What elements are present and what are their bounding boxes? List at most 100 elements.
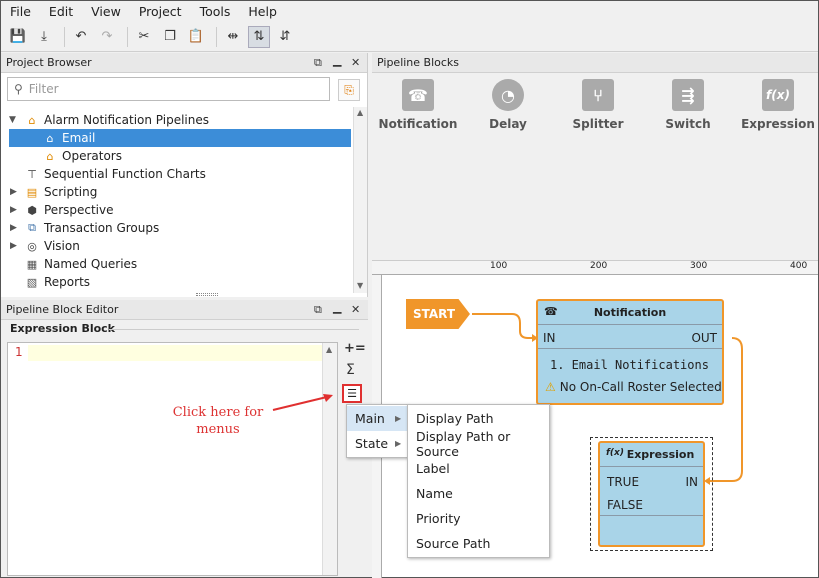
submenu-main: Display Path Display Path or Source Labe… bbox=[407, 404, 550, 558]
expression-code-editor[interactable]: 1 ▲ bbox=[7, 342, 338, 576]
editor-scrollbar[interactable]: ▲ bbox=[322, 343, 337, 575]
transaction-groups-icon: ⧉ bbox=[28, 221, 36, 234]
submenu-item-name[interactable]: Name bbox=[408, 481, 549, 506]
false-port-label: FALSE bbox=[607, 498, 643, 512]
node-divider bbox=[600, 515, 703, 516]
splitter-handle[interactable] bbox=[196, 293, 218, 296]
tree-item-vision[interactable]: ◎ Vision bbox=[25, 237, 80, 255]
insert-property-icon[interactable]: += bbox=[344, 341, 366, 356]
function-sigma-icon[interactable]: Σ bbox=[346, 362, 355, 378]
tree-item-transaction-groups[interactable]: ⧉ Transaction Groups bbox=[25, 219, 159, 237]
submenu-item-priority[interactable]: Priority bbox=[408, 506, 549, 531]
sfc-icon: ⊤ bbox=[27, 167, 37, 181]
block-splitter[interactable]: ⑂ Splitter bbox=[558, 79, 638, 131]
close-icon[interactable]: ✕ bbox=[351, 56, 360, 69]
switch-icon: ⇶ bbox=[672, 79, 704, 111]
pipeline-blocks-panel: Pipeline Blocks ☎ Notification ◔ Delay ⑂… bbox=[372, 53, 818, 257]
block-expression[interactable]: f(x) Expression bbox=[738, 79, 818, 131]
tree-item-operators[interactable]: ⌂ Operators bbox=[43, 147, 122, 165]
annotation-arrow bbox=[272, 394, 333, 411]
align-icon[interactable]: ⇹ bbox=[222, 26, 244, 48]
notification-icon: ☎ bbox=[544, 305, 558, 318]
copy-icon[interactable]: ❐ bbox=[159, 26, 181, 48]
separator bbox=[127, 26, 128, 47]
block-switch[interactable]: ⇶ Switch bbox=[648, 79, 728, 131]
in-port-label: IN bbox=[543, 331, 556, 345]
toolbar: 💾 ⤓ ↶ ↷ ✂ ❐ 📋 ⇹ ⇅ ⇵ bbox=[1, 22, 818, 52]
menu-item-state[interactable]: State ▶ bbox=[347, 431, 407, 456]
expand-arrow-icon[interactable]: ▶ bbox=[10, 241, 17, 251]
tree-scrollbar[interactable]: ▲ ▼ bbox=[353, 107, 367, 293]
tree-item-named-queries[interactable]: ▦ Named Queries bbox=[25, 255, 137, 273]
panel-title: Pipeline Blocks bbox=[377, 56, 460, 69]
pipeline-icon: ⌂ bbox=[46, 149, 54, 163]
tree-item-email[interactable]: ⌂ Email bbox=[9, 129, 351, 147]
scroll-up-icon[interactable]: ▲ bbox=[357, 108, 363, 117]
expand-arrow-icon[interactable]: ▶ bbox=[10, 223, 17, 233]
menus-list-icon[interactable]: ☰ bbox=[342, 384, 362, 403]
vision-icon: ◎ bbox=[27, 239, 37, 253]
annotation-text: Click here for menus bbox=[172, 405, 264, 437]
filter-input[interactable]: ⚲ Filter bbox=[7, 77, 330, 101]
restore-icon[interactable]: ⧉ bbox=[314, 56, 322, 70]
current-line[interactable] bbox=[28, 345, 323, 361]
expand-arrow-icon[interactable]: ▶ bbox=[10, 187, 17, 197]
filter-placeholder: Filter bbox=[28, 82, 59, 96]
block-notification[interactable]: ☎ Notification bbox=[378, 79, 458, 131]
submenu-item-display-path-or-source[interactable]: Display Path or Source bbox=[408, 429, 549, 459]
submenu-item-label[interactable]: Label bbox=[408, 456, 549, 481]
menu-project[interactable]: Project bbox=[130, 4, 191, 19]
tree-item-perspective[interactable]: ⬢ Perspective bbox=[25, 201, 113, 219]
warning-row: ⚠ No On-Call Roster Selected bbox=[545, 380, 722, 394]
editor-header: Pipeline Block Editor ⧉ ▁ ✕ bbox=[1, 300, 368, 320]
submenu-item-display-path[interactable]: Display Path bbox=[408, 406, 549, 431]
submenu-item-source-path[interactable]: Source Path bbox=[408, 531, 549, 556]
expression-fx-icon: f(x) bbox=[606, 448, 624, 458]
save-icon[interactable]: 💾 bbox=[7, 26, 29, 48]
minimize-icon[interactable]: ▁ bbox=[333, 301, 341, 314]
separator bbox=[216, 26, 217, 47]
search-icon: ⚲ bbox=[14, 82, 23, 96]
scroll-up-icon[interactable]: ▲ bbox=[326, 345, 332, 354]
tree-item-reports[interactable]: ▧ Reports bbox=[25, 273, 90, 291]
undo-icon[interactable]: ↶ bbox=[70, 26, 92, 48]
submenu-arrow-icon: ▶ bbox=[395, 414, 402, 423]
named-queries-icon: ▦ bbox=[26, 257, 38, 271]
close-icon[interactable]: ✕ bbox=[351, 303, 360, 316]
project-browser-header: Project Browser ⧉ ▁ ✕ bbox=[1, 53, 367, 73]
notification-node[interactable]: ☎ Notification IN OUT 1. Email Notificat… bbox=[536, 299, 724, 405]
align-vertical-icon[interactable]: ⇅ bbox=[248, 25, 270, 48]
expand-arrow-icon[interactable]: ▶ bbox=[10, 205, 17, 215]
save-publish-icon[interactable]: ⤓ bbox=[33, 26, 55, 48]
paste-icon[interactable]: 📋 bbox=[185, 26, 207, 48]
pipeline-block-editor-panel: Pipeline Block Editor ⧉ ▁ ✕ Expression B… bbox=[1, 300, 368, 577]
tree-item-scripting[interactable]: ▤ Scripting bbox=[25, 183, 98, 201]
blocks-header: Pipeline Blocks bbox=[372, 53, 818, 73]
menu-help[interactable]: Help bbox=[239, 4, 286, 19]
menu-edit[interactable]: Edit bbox=[40, 4, 82, 19]
scroll-down-icon[interactable]: ▼ bbox=[357, 281, 363, 290]
scripting-icon: ▤ bbox=[26, 185, 38, 199]
minimize-icon[interactable]: ▁ bbox=[333, 54, 341, 67]
collapse-arrow-icon[interactable]: ▼ bbox=[9, 115, 16, 125]
restore-icon[interactable]: ⧉ bbox=[314, 303, 322, 317]
new-resource-icon[interactable]: ⎘ bbox=[338, 79, 360, 101]
section-title: Expression Block bbox=[10, 322, 115, 335]
panel-title: Pipeline Block Editor bbox=[6, 303, 119, 316]
node-divider bbox=[538, 348, 722, 349]
tree-item-alarm-pipelines[interactable]: ⌂ Alarm Notification Pipelines bbox=[25, 111, 210, 129]
cut-icon[interactable]: ✂ bbox=[133, 26, 155, 48]
line-number-gutter: 1 bbox=[8, 343, 28, 575]
menu-view[interactable]: View bbox=[82, 4, 130, 19]
block-delay[interactable]: ◔ Delay bbox=[468, 79, 548, 131]
menu-file[interactable]: File bbox=[1, 4, 40, 19]
tree-item-sfc[interactable]: ⊤ Sequential Function Charts bbox=[25, 165, 206, 183]
true-port-label: TRUE bbox=[607, 475, 640, 489]
distribute-icon[interactable]: ⇵ bbox=[274, 26, 296, 48]
menu-tools[interactable]: Tools bbox=[191, 4, 240, 19]
expression-node[interactable]: f(x) Expression TRUE IN FALSE bbox=[598, 441, 705, 547]
redo-icon[interactable]: ↷ bbox=[96, 26, 118, 48]
menu-item-main[interactable]: Main ▶ bbox=[347, 406, 407, 431]
notification-node-header: ☎ Notification bbox=[538, 301, 722, 325]
out-port-label: OUT bbox=[691, 331, 717, 345]
